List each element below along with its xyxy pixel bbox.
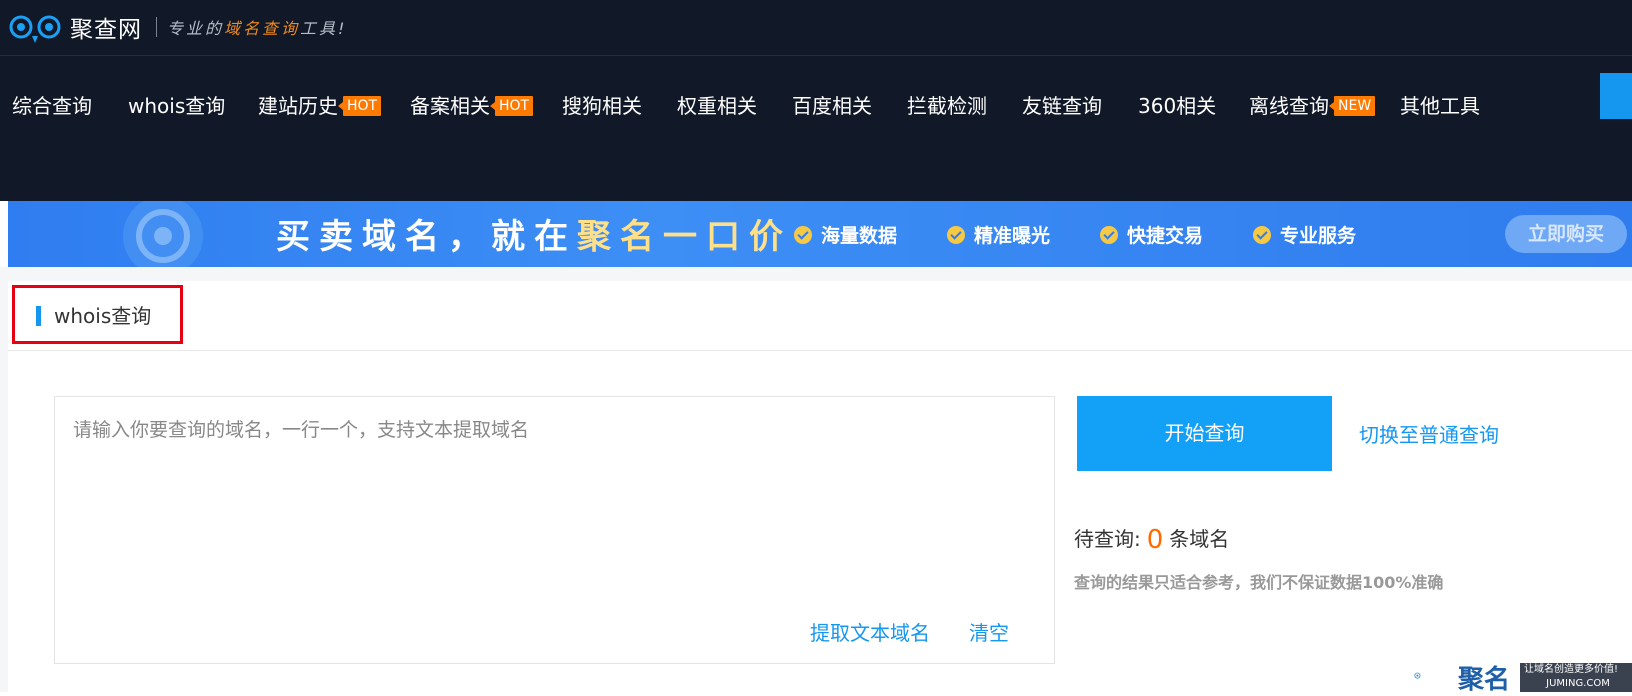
banner-title: 买卖域名，就在聚名一口价 (276, 217, 792, 257)
pending-count: 待查询: 0 条域名 (1074, 525, 1230, 555)
watermark-name: 聚名 (1458, 665, 1511, 695)
logo-name: 聚查网 (70, 17, 142, 43)
extract-domains-link[interactable]: 提取文本域名 (810, 617, 930, 646)
main-nav: 综合查询 whois查询 建站历史 HOT 备案相关 HOT 搜狗相关 权重相关 百… (0, 56, 1632, 201)
disclaimer-text: 查询的结果只适合参考，我们不保证数据100%准确 (1074, 573, 1444, 592)
nav-item-other-tools[interactable]: 其他工具 (1400, 86, 1480, 126)
watermark-logo-icon (1414, 672, 1421, 679)
nav-item-weight[interactable]: 权重相关 (677, 86, 757, 126)
banner-feature: 海量数据 (794, 221, 897, 248)
banner-feature: 快捷交易 (1100, 221, 1203, 248)
new-badge: NEW (1328, 95, 1376, 116)
section-header: whois查询 (8, 281, 1632, 351)
site-logo[interactable]: 聚查网 专业的域名查询工具! (8, 10, 347, 44)
banner-title-highlight: 聚名一口价 (577, 217, 792, 257)
logo-divider (156, 17, 157, 37)
nav-item-friend-links[interactable]: 友链查询 (1022, 86, 1102, 126)
check-icon (1253, 226, 1271, 244)
start-query-button[interactable]: 开始查询 (1077, 396, 1332, 471)
annotation-highlight-box (12, 285, 183, 344)
owl-eyes-icon (9, 15, 61, 43)
banner-feature: 精准曝光 (947, 221, 1050, 248)
nav-item-360[interactable]: 360相关 (1138, 86, 1216, 126)
hot-badge: HOT (489, 95, 534, 116)
check-icon (794, 226, 812, 244)
watermark-tag: 让域名创造更多价值! JUMING.COM (1520, 663, 1632, 692)
nav-item-overall[interactable]: 综合查询 (12, 86, 92, 126)
nav-item-block-check[interactable]: 拦截检测 (907, 86, 987, 126)
hot-badge: HOT (337, 95, 382, 116)
banner-feature: 专业服务 (1253, 221, 1356, 248)
check-icon (1100, 226, 1118, 244)
nav-item-icp[interactable]: 备案相关 HOT (410, 86, 534, 126)
nav-item-baidu[interactable]: 百度相关 (792, 86, 872, 126)
buy-now-button[interactable]: 立即购买 (1505, 215, 1627, 253)
check-icon (947, 226, 965, 244)
slogan-highlight: 域名查询 (224, 19, 301, 38)
nav-item-sogou[interactable]: 搜狗相关 (562, 86, 642, 126)
promo-banner[interactable]: 买卖域名，就在聚名一口价 海量数据 精准曝光 快捷交易 专业服务 立即购买 (8, 201, 1632, 267)
nav-item-offline[interactable]: 离线查询 NEW (1249, 86, 1376, 126)
slogan: 专业的域名查询工具! (167, 19, 348, 38)
top-header: 聚查网 专业的域名查询工具! (0, 0, 1632, 56)
nav-item-whois[interactable]: whois查询 (128, 86, 225, 126)
clear-link[interactable]: 清空 (969, 617, 1009, 646)
switch-normal-query-link[interactable]: 切换至普通查询 (1359, 419, 1499, 448)
nav-item-site-history[interactable]: 建站历史 HOT (258, 86, 382, 126)
login-button[interactable] (1600, 73, 1632, 119)
juming-logo-icon (123, 201, 203, 267)
pending-count-value: 0 (1146, 525, 1164, 555)
